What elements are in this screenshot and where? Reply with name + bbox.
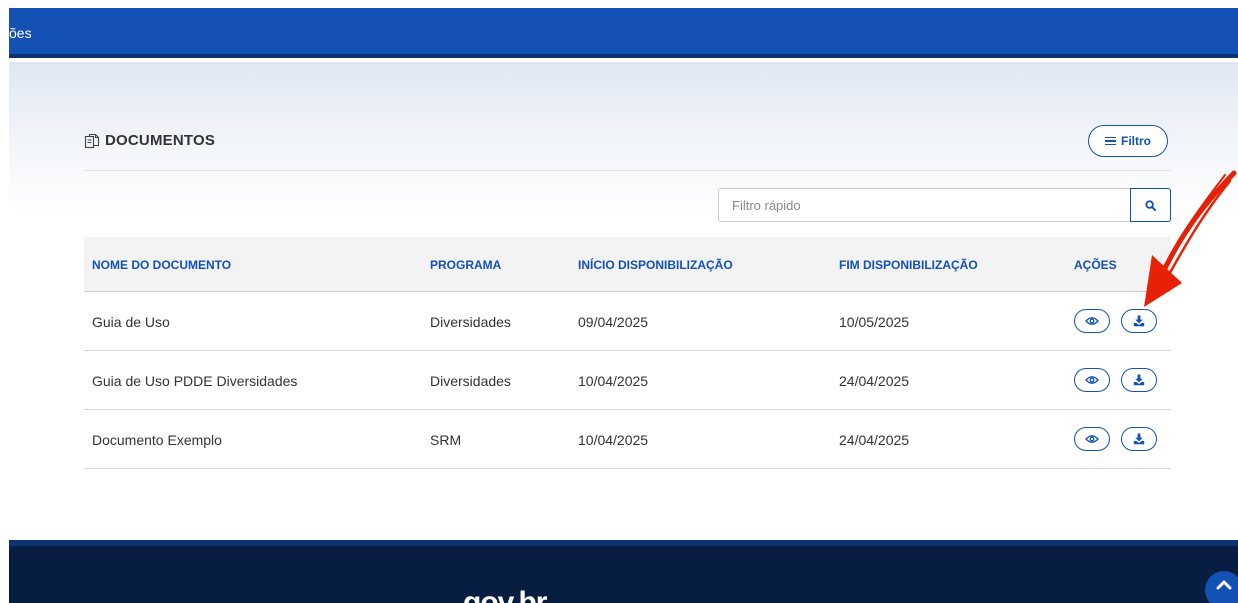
left-margin <box>0 0 9 603</box>
filter-button[interactable]: Filtro <box>1088 125 1168 157</box>
column-header-actions: AÇÕES <box>1074 258 1117 272</box>
download-button[interactable] <box>1121 309 1157 333</box>
view-button[interactable] <box>1074 368 1110 392</box>
download-icon <box>1133 315 1145 327</box>
chevron-up-icon <box>1216 580 1232 590</box>
cell-end-date: 24/04/2025 <box>839 373 910 389</box>
documents-heading: DOCUMENTOS <box>84 132 215 149</box>
column-header-name[interactable]: NOME DO DOCUMENTO <box>92 258 231 272</box>
cell-end-date: 10/05/2025 <box>839 314 910 330</box>
filter-button-label: Filtro <box>1121 134 1151 148</box>
download-icon <box>1133 433 1145 445</box>
eye-icon <box>1085 435 1099 443</box>
table-row: Guia de Uso PDDE Diversidades Diversidad… <box>84 351 1171 410</box>
download-button[interactable] <box>1121 368 1157 392</box>
cell-document-name: Guia de Uso <box>92 314 170 330</box>
column-header-program[interactable]: PROGRAMA <box>430 258 501 272</box>
table-row: Guia de Uso Diversidades 09/04/2025 10/0… <box>84 292 1171 351</box>
eye-icon <box>1085 376 1099 384</box>
documents-table: NOME DO DOCUMENTO PROGRAMA INÍCIO DISPON… <box>84 237 1171 469</box>
cell-program: SRM <box>430 432 462 448</box>
search-icon <box>1145 199 1156 211</box>
cell-end-date: 24/04/2025 <box>839 432 910 448</box>
divider <box>84 170 1171 171</box>
download-button[interactable] <box>1121 427 1157 451</box>
page-title: DOCUMENTOS <box>105 132 216 149</box>
view-button[interactable] <box>1074 427 1110 451</box>
cell-document-name: Documento Exemplo <box>92 432 222 448</box>
quick-filter-input[interactable] <box>718 188 1130 222</box>
menu-icon <box>1105 136 1116 146</box>
cell-start-date: 10/04/2025 <box>578 432 649 448</box>
column-header-end[interactable]: FIM DISPONIBILIZAÇÃO <box>839 258 978 272</box>
cell-program: Diversidades <box>430 314 511 330</box>
cell-program: Diversidades <box>430 373 511 389</box>
cell-start-date: 09/04/2025 <box>578 314 649 330</box>
cell-document-name: Guia de Uso PDDE Diversidades <box>92 373 298 389</box>
nav-item-partial[interactable]: ões <box>9 25 32 41</box>
top-navigation-bar: ões <box>9 8 1238 58</box>
govbr-logo[interactable]: gov.br <box>463 586 547 603</box>
footer: gov.br <box>9 540 1238 603</box>
table-header: NOME DO DOCUMENTO PROGRAMA INÍCIO DISPON… <box>84 237 1171 292</box>
table-row: Documento Exemplo SRM 10/04/2025 24/04/2… <box>84 410 1171 469</box>
eye-icon <box>1085 317 1099 325</box>
files-icon <box>84 133 100 148</box>
scroll-to-top-button[interactable] <box>1205 571 1238 603</box>
download-icon <box>1133 374 1145 386</box>
cell-start-date: 10/04/2025 <box>578 373 649 389</box>
view-button[interactable] <box>1074 309 1110 333</box>
search-button[interactable] <box>1130 188 1171 222</box>
column-header-start[interactable]: INÍCIO DISPONIBILIZAÇÃO <box>578 258 733 272</box>
